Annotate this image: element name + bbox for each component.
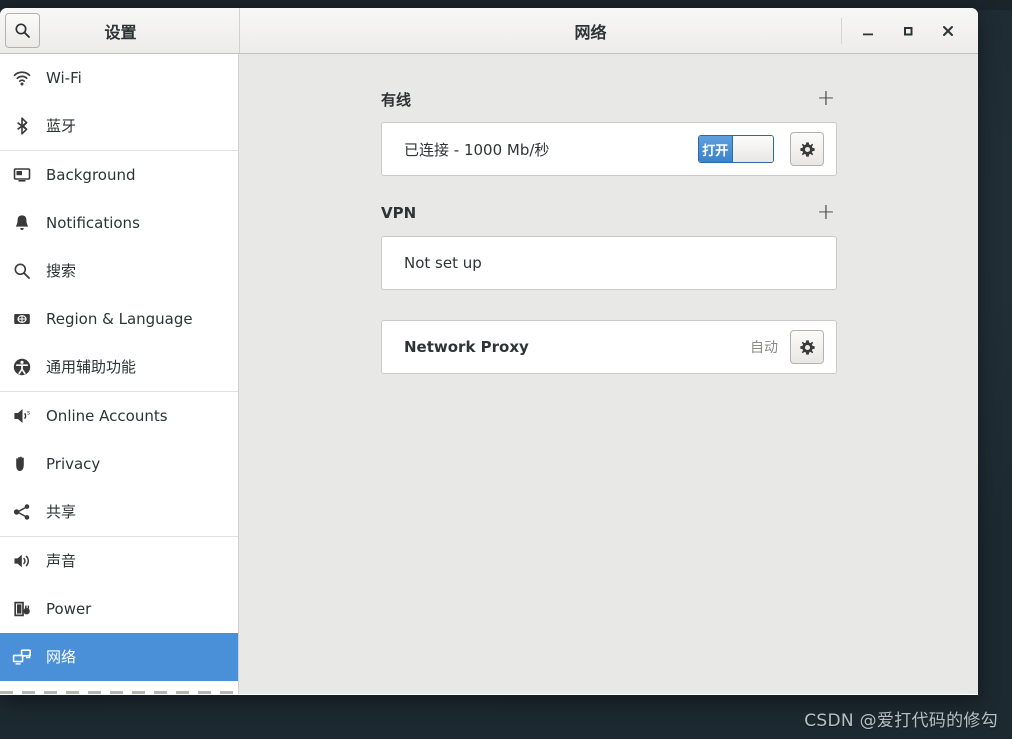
sidebar-item-network[interactable]: 网络 [0, 633, 238, 681]
wired-status-label: 已连接 - 1000 Mb/秒 [404, 140, 550, 159]
network-icon [8, 645, 36, 669]
wired-section-header: 有线 + [381, 88, 837, 110]
network-settings-content: 有线 + 已连接 - 1000 Mb/秒 打开 VPN + Not set up… [239, 54, 978, 694]
sidebar-item-label: Background [46, 165, 136, 184]
sidebar-item-label: 共享 [46, 502, 77, 521]
sidebar-item-label: 通用辅助功能 [46, 357, 137, 376]
network-proxy-label: Network Proxy [404, 338, 529, 356]
titlebar-separator [841, 17, 842, 44]
gear-icon [799, 141, 816, 158]
sidebar-item-background[interactable]: Background [0, 151, 238, 199]
online-accounts-icon: s [8, 404, 36, 428]
settings-sidebar[interactable]: Wi-Fi 蓝牙 Background Notifications 搜索 Reg… [0, 54, 239, 694]
wifi-icon [8, 66, 36, 90]
vpn-section-title: VPN [381, 204, 417, 222]
sidebar-item-label: Online Accounts [46, 406, 168, 425]
sidebar-item-privacy[interactable]: Privacy [0, 440, 238, 488]
minimize-icon [861, 24, 875, 38]
network-panel: 有线 + 已连接 - 1000 Mb/秒 打开 VPN + Not set up… [381, 88, 837, 374]
sidebar-item-label: 声音 [46, 551, 77, 570]
share-icon [8, 500, 36, 524]
sidebar-item-label: 网络 [46, 647, 77, 666]
sound-icon [8, 549, 36, 573]
close-button[interactable] [928, 15, 968, 47]
close-icon [941, 24, 955, 38]
gear-icon [799, 339, 816, 356]
minimize-button[interactable] [848, 15, 888, 47]
accessibility-icon [8, 355, 36, 379]
bell-icon [8, 211, 36, 235]
sidebar-item-label: 搜索 [46, 261, 77, 280]
wired-toggle-knob[interactable] [731, 136, 773, 162]
add-vpn-button[interactable]: + [815, 202, 837, 224]
settings-window: 设置 网络 Wi-Fi 蓝牙 Background Notifications … [0, 8, 978, 695]
titlebar-left-pane: 设置 [0, 8, 240, 53]
vpn-section-header: VPN + [381, 202, 837, 224]
sidebar-item-label: 蓝牙 [46, 116, 77, 135]
sidebar-item-label: Wi-Fi [46, 68, 82, 87]
bluetooth-icon [8, 114, 36, 138]
sidebar-item-label: Region & Language [46, 309, 193, 328]
sidebar-item-search[interactable]: 搜索 [0, 247, 238, 295]
csdn-watermark: CSDN @爱打代码的修勾 [804, 711, 998, 731]
sidebar-item-wifi[interactable]: Wi-Fi [0, 54, 238, 102]
sidebar-item-region-language[interactable]: Region & Language [0, 295, 238, 343]
sidebar-item-power[interactable]: Power [0, 585, 238, 633]
sidebar-scroll-indicator[interactable] [0, 691, 238, 694]
region-language-icon [8, 307, 36, 331]
search-icon [14, 22, 31, 39]
search-icon [8, 259, 36, 283]
network-proxy-card: Network Proxy 自动 [381, 320, 837, 374]
vpn-card: Not set up [381, 236, 837, 290]
sidebar-item-accessibility[interactable]: 通用辅助功能 [0, 343, 238, 391]
network-proxy-row[interactable]: Network Proxy 自动 [382, 321, 836, 373]
wired-toggle[interactable]: 打开 [698, 135, 774, 163]
network-proxy-settings-button[interactable] [790, 330, 824, 364]
add-wired-button[interactable]: + [815, 88, 837, 110]
svg-text:s: s [27, 410, 30, 417]
sidebar-item-label: Privacy [46, 454, 101, 473]
privacy-hand-icon [8, 452, 36, 476]
titlebar-right-pane: 网络 [240, 8, 978, 53]
settings-app-title: 设置 [104, 22, 137, 42]
vpn-status-label: Not set up [404, 254, 482, 272]
sidebar-item-label: Notifications [46, 213, 140, 232]
sidebar-item-sound[interactable]: 声音 [0, 537, 238, 585]
window-body: Wi-Fi 蓝牙 Background Notifications 搜索 Reg… [0, 54, 978, 694]
sidebar-item-label: Power [46, 599, 92, 618]
sidebar-item-bluetooth[interactable]: 蓝牙 [0, 102, 238, 150]
background-icon [8, 163, 36, 187]
wired-section-title: 有线 [381, 90, 412, 109]
maximize-icon [901, 24, 915, 38]
sidebar-item-notifications[interactable]: Notifications [0, 199, 238, 247]
wired-toggle-on-label: 打开 [699, 136, 732, 162]
maximize-button[interactable] [888, 15, 928, 47]
search-button[interactable] [5, 13, 40, 48]
page-title: 网络 [574, 22, 607, 42]
window-titlebar: 设置 网络 [0, 8, 978, 54]
network-proxy-value: 自动 [750, 340, 778, 356]
vpn-status-row: Not set up [382, 237, 836, 289]
wired-settings-button[interactable] [790, 132, 824, 166]
wired-card: 已连接 - 1000 Mb/秒 打开 [381, 122, 837, 176]
window-controls [848, 15, 978, 47]
wired-connection-row[interactable]: 已连接 - 1000 Mb/秒 打开 [382, 123, 836, 175]
power-icon [8, 597, 36, 621]
sidebar-item-sharing[interactable]: 共享 [0, 488, 238, 536]
sidebar-item-online-accounts[interactable]: s Online Accounts [0, 392, 238, 440]
